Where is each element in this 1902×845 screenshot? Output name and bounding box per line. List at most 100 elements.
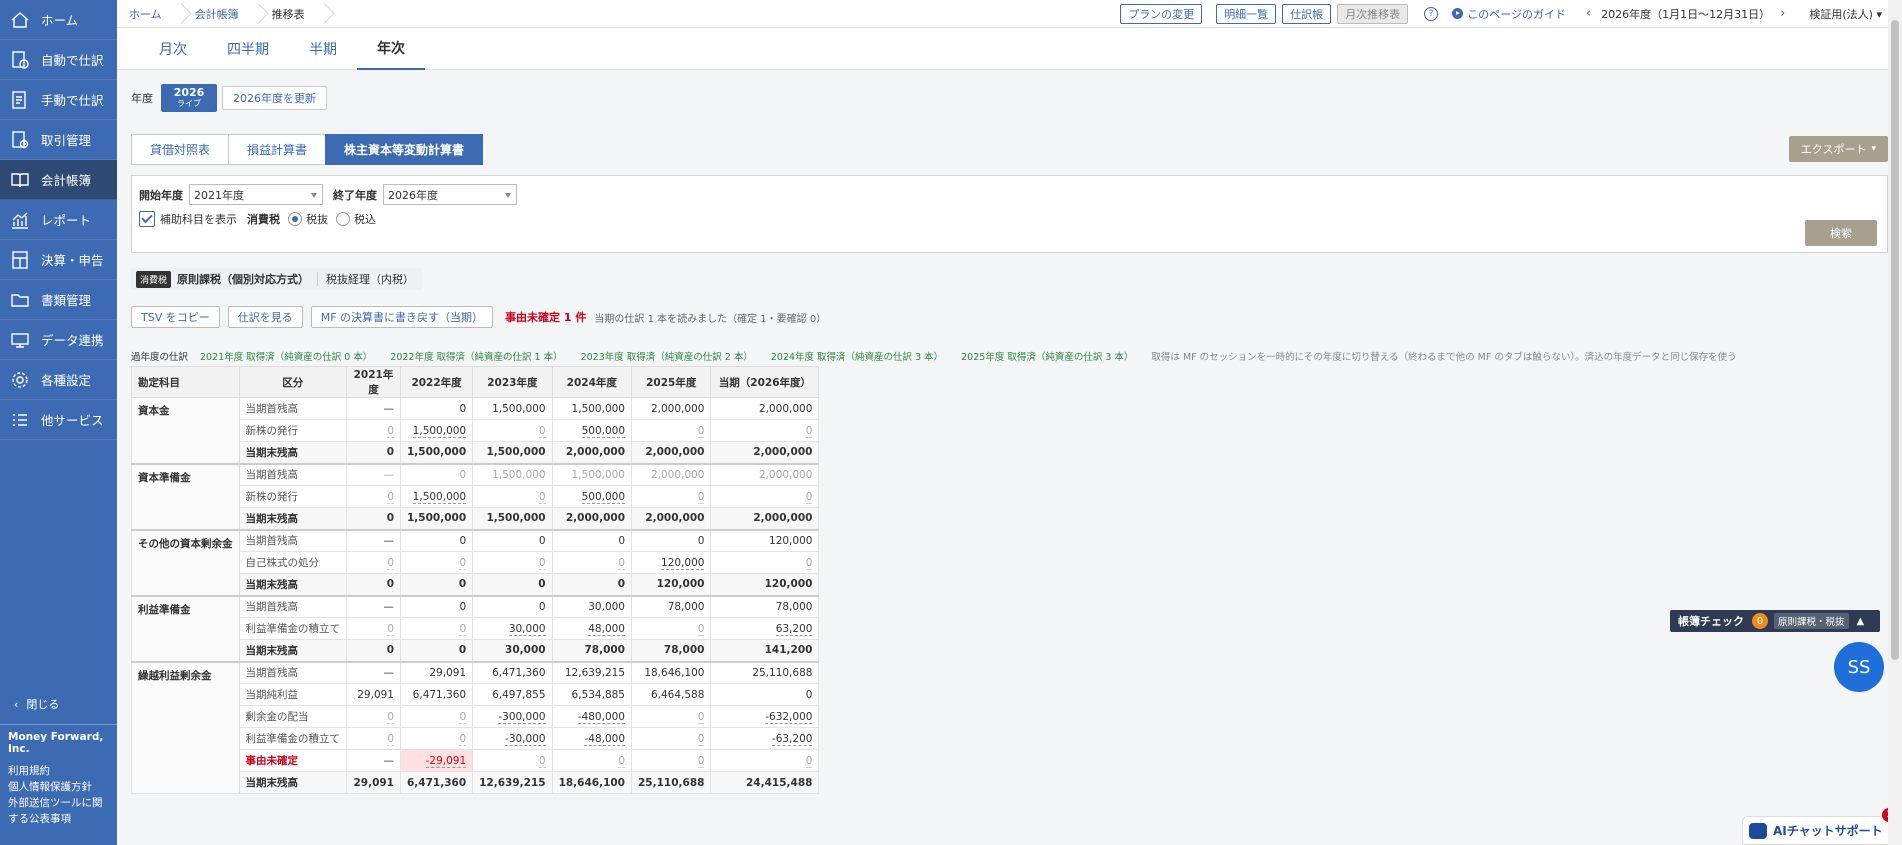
write-back-button[interactable]: MF の決算書に書き戻す（当期） xyxy=(310,306,494,328)
page-guide-link[interactable]: このページのガイド xyxy=(1452,6,1566,22)
value-cell[interactable]: 0 xyxy=(346,419,401,442)
scrollbar[interactable] xyxy=(1888,0,1902,845)
tab-balance-sheet[interactable]: 貸借対照表 xyxy=(131,134,230,165)
value-cell[interactable]: 0 xyxy=(630,705,712,728)
value-cell: 0 xyxy=(630,528,712,552)
breadcrumb-home[interactable]: ホーム xyxy=(117,0,174,28)
sidebar-item-manual-journal[interactable]: 手動で仕訳 xyxy=(0,80,117,120)
value-cell[interactable]: 63,200 xyxy=(710,617,820,640)
value-cell[interactable]: 0 xyxy=(346,705,401,728)
ledger-check-bar[interactable]: 帳簿チェック 0 原則課税・税抜 ▲ xyxy=(1670,610,1880,632)
sidebar-item-home[interactable]: ホーム xyxy=(0,0,117,40)
value-cell[interactable]: 0 xyxy=(710,419,820,442)
value-cell[interactable]: 0 xyxy=(399,617,474,640)
sidebar-item-data-link[interactable]: データ連携 xyxy=(0,320,117,360)
tax-excluded-radio[interactable] xyxy=(288,212,302,226)
value-cell[interactable]: -63,200 xyxy=(710,727,820,750)
terms-link[interactable]: 利用規約 xyxy=(0,763,117,779)
end-year-select[interactable]: 2026年度 xyxy=(383,184,517,205)
value-cell[interactable]: 500,000 xyxy=(551,485,633,508)
value-cell[interactable]: 0 xyxy=(472,551,553,574)
ai-chat-button[interactable]: AIチャットサポート xyxy=(1742,816,1890,845)
value-cell[interactable]: 120,000 xyxy=(630,551,712,574)
value-cell[interactable]: 48,000 xyxy=(551,617,633,640)
value-cell[interactable]: 0 xyxy=(551,551,633,574)
start-year-select[interactable]: 2021年度 xyxy=(189,184,323,205)
privacy-link[interactable]: 個人情報保護方針 xyxy=(0,779,117,795)
tab-annual[interactable]: 年次 xyxy=(357,28,425,70)
value-cell[interactable]: -48,000 xyxy=(551,727,633,750)
value-cell[interactable]: -300,000 xyxy=(472,705,553,728)
value-cell[interactable]: 0 xyxy=(630,419,712,442)
sidebar-item-closing[interactable]: 決算・申告 xyxy=(0,240,117,280)
next-period-icon[interactable]: › xyxy=(1780,6,1785,21)
value-cell[interactable]: 0 xyxy=(630,727,712,750)
value-cell[interactable]: 0 xyxy=(551,749,633,772)
help-icon[interactable]: ? xyxy=(1424,6,1439,21)
sidebar-item-reports[interactable]: レポート xyxy=(0,200,117,240)
sidebar-item-documents[interactable]: 書類管理 xyxy=(0,280,117,320)
value-cell[interactable]: 0 xyxy=(710,485,820,508)
value-cell[interactable]: 500,000 xyxy=(551,419,633,442)
value-cell: 18,646,100 xyxy=(630,660,712,684)
tab-quarterly[interactable]: 四半期 xyxy=(207,28,289,70)
value-cell[interactable]: 0 xyxy=(346,485,401,508)
value-cell[interactable]: 0 xyxy=(346,617,401,640)
sub-account-checkbox[interactable] xyxy=(139,211,155,227)
external-tools-link[interactable]: 外部送信ツールに関する公表事項 xyxy=(0,795,117,845)
value-cell[interactable]: 0 xyxy=(472,419,553,442)
journal-button[interactable]: 仕訳帳 xyxy=(1282,3,1332,24)
past-journal-item: 2022年度 取得済（純資産の仕訳 1 本） xyxy=(390,352,563,363)
value-cell[interactable]: 0 xyxy=(472,485,553,508)
value-cell: 78,000 xyxy=(630,594,712,618)
value-cell[interactable]: 0 xyxy=(346,551,401,574)
value-text: 6,534,885 xyxy=(571,688,625,701)
copy-tsv-button[interactable]: TSV をコピー xyxy=(131,306,220,328)
column-header: 勘定科目 xyxy=(131,366,240,398)
user-avatar[interactable]: SS xyxy=(1834,642,1884,692)
value-cell[interactable]: 0 xyxy=(630,485,712,508)
value-text: 0 xyxy=(386,512,394,525)
value-text: 1,500,000 xyxy=(407,446,467,459)
value-cell[interactable]: 0 xyxy=(399,551,474,574)
value-cell[interactable]: -480,000 xyxy=(551,705,633,728)
details-list-button[interactable]: 明細一覧 xyxy=(1216,3,1277,24)
search-button[interactable]: 検索 xyxy=(1805,220,1877,246)
view-journal-button[interactable]: 仕訳を見る xyxy=(227,306,303,328)
sidebar-item-settings[interactable]: 各種設定 xyxy=(0,360,117,400)
value-cell[interactable]: -29,091 xyxy=(399,749,474,772)
sidebar-item-auto-journal[interactable]: 自動で仕訳 xyxy=(0,40,117,80)
plan-change-button[interactable]: プランの変更 xyxy=(1120,3,1203,24)
pending-warning[interactable]: 事由未確定 1 件 xyxy=(505,309,586,325)
sidebar-close-button[interactable]: ‹ 閉じる xyxy=(0,692,117,716)
sidebar-item-other-services[interactable]: 他サービス xyxy=(0,400,117,440)
sidebar-item-ledger[interactable]: 会計帳簿 xyxy=(0,160,117,200)
value-cell[interactable]: 0 xyxy=(399,705,474,728)
update-year-button[interactable]: 2026年度を更新 xyxy=(222,86,327,110)
value-cell[interactable]: 0 xyxy=(630,617,712,640)
value-cell[interactable]: 0 xyxy=(346,727,401,750)
tax-included-radio[interactable] xyxy=(336,212,350,226)
value-cell[interactable]: -632,000 xyxy=(710,705,820,728)
tab-half-year[interactable]: 半期 xyxy=(289,28,357,70)
value-cell[interactable]: 1,500,000 xyxy=(399,485,474,508)
value-cell[interactable]: -30,000 xyxy=(472,727,553,750)
tab-income-statement[interactable]: 損益計算書 xyxy=(228,134,327,165)
value-cell[interactable]: 0 xyxy=(710,551,820,574)
value-text: 2,000,000 xyxy=(565,446,625,459)
tab-monthly[interactable]: 月次 xyxy=(139,28,207,70)
value-cell: 29,091 xyxy=(346,771,401,794)
breadcrumb-ledger[interactable]: 会計帳簿 xyxy=(183,0,251,28)
sidebar-item-transactions[interactable]: 取引管理 xyxy=(0,120,117,160)
value-cell[interactable]: 0 xyxy=(630,749,712,772)
account-selector[interactable]: 検証用(法人) ▾ xyxy=(1809,6,1882,22)
value-cell[interactable]: 0 xyxy=(399,727,474,750)
prev-period-icon[interactable]: ‹ xyxy=(1586,6,1591,21)
value-cell[interactable]: 1,500,000 xyxy=(399,419,474,442)
tab-equity-statement[interactable]: 株主資本等変動計算書 xyxy=(325,134,484,165)
export-button[interactable]: エクスポート ▾ xyxy=(1788,136,1888,162)
value-cell[interactable]: 0 xyxy=(710,749,820,772)
value-cell[interactable]: 0 xyxy=(472,749,553,772)
year-button[interactable]: 2026 ライブ xyxy=(161,84,217,112)
value-cell[interactable]: 30,000 xyxy=(472,617,553,640)
